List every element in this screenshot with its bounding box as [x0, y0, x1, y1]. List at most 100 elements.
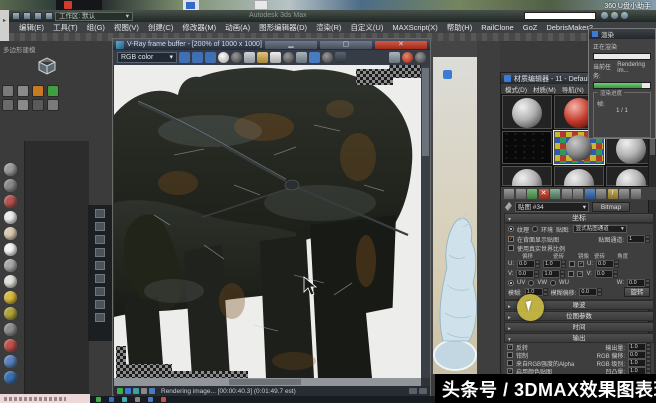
- toolbar-sphere-icon[interactable]: [4, 275, 17, 288]
- render-last-icon[interactable]: [402, 52, 413, 63]
- material-slot[interactable]: [553, 165, 605, 187]
- eyedropper-icon[interactable]: [505, 202, 512, 211]
- menu-modifiers[interactable]: 修改器(M): [182, 22, 216, 33]
- u-tile-checkbox[interactable]: [578, 260, 584, 267]
- taskbar-icon[interactable]: [109, 397, 114, 402]
- menu-rendering[interactable]: 渲染(R): [316, 22, 341, 33]
- show-end-result-icon[interactable]: [596, 188, 606, 199]
- star-icon[interactable]: [611, 12, 618, 19]
- toolbar-sphere-icon[interactable]: [4, 179, 17, 192]
- progress-titlebar[interactable]: 渲染: [589, 29, 655, 39]
- uv-radio[interactable]: [508, 280, 514, 286]
- tool-icon[interactable]: [17, 99, 29, 111]
- menu-create[interactable]: 创建(C): [148, 22, 173, 33]
- clamp-checkbox[interactable]: [507, 352, 513, 358]
- material-slot[interactable]: [501, 94, 553, 130]
- put-to-library-icon[interactable]: [561, 188, 572, 199]
- v-offset-spinner[interactable]: 0.0: [516, 270, 540, 278]
- maximize-button[interactable]: ▢: [319, 40, 372, 49]
- time-rollout-header[interactable]: ▸ 时间: [504, 322, 654, 332]
- channel-dropdown[interactable]: RGB color ▾: [117, 52, 177, 63]
- info-icon[interactable]: [322, 52, 333, 63]
- spinner-up-icon[interactable]: [409, 388, 417, 394]
- material-slot[interactable]: [501, 165, 553, 187]
- toolbar-sphere-icon[interactable]: [4, 163, 17, 176]
- status-icon[interactable]: [117, 388, 123, 394]
- toolbar-sphere-icon[interactable]: [4, 227, 17, 240]
- toolbar-sphere-icon[interactable]: [4, 243, 17, 256]
- spinner-down-icon[interactable]: [419, 388, 427, 394]
- rgb-level-spinner[interactable]: 1.0: [628, 359, 651, 367]
- menu-animation[interactable]: 动画(A): [225, 22, 250, 33]
- stamp-icon[interactable]: [335, 52, 346, 63]
- make-unique-icon[interactable]: [550, 188, 560, 199]
- status-icon[interactable]: [149, 388, 155, 394]
- menu-graph-editors[interactable]: 图形编辑器(D): [259, 22, 307, 33]
- toolbar-sphere-icon[interactable]: [4, 323, 17, 336]
- alpha-channel-icon[interactable]: [192, 52, 203, 63]
- toolbar-sphere-icon[interactable]: [4, 371, 17, 384]
- v-tiling-spinner[interactable]: 1.0: [542, 270, 566, 278]
- toolbar-sphere-icon[interactable]: [4, 355, 17, 368]
- search-field[interactable]: [524, 12, 596, 28]
- v-angle-spinner[interactable]: 0.0: [594, 270, 618, 278]
- texture-radio[interactable]: [508, 226, 514, 232]
- material-id-channel-icon[interactable]: [573, 188, 583, 199]
- minimize-button[interactable]: ▁: [264, 40, 317, 49]
- pick-material-icon[interactable]: [630, 188, 641, 199]
- menu-views[interactable]: 视图(V): [114, 22, 139, 33]
- toolbar-sphere-icon[interactable]: [4, 195, 17, 208]
- tool-icon[interactable]: [2, 85, 14, 97]
- v-mirror-checkbox[interactable]: [568, 271, 575, 277]
- alpha-from-rgb-checkbox[interactable]: [507, 360, 513, 366]
- u-tiling-spinner[interactable]: 1.0: [543, 260, 566, 268]
- coordinates-rollout-header[interactable]: ▾ 坐标: [504, 213, 654, 223]
- u-mirror-checkbox[interactable]: [569, 261, 575, 267]
- map-channel-spinner[interactable]: 1: [627, 235, 650, 243]
- tool-icon[interactable]: [95, 222, 105, 231]
- tool-icon[interactable]: [95, 261, 105, 270]
- menu-maxscript[interactable]: MAXScript(X): [392, 23, 437, 32]
- taskbar-icon[interactable]: [148, 397, 153, 402]
- menu-help[interactable]: 帮助(H): [447, 22, 472, 33]
- close-button[interactable]: ✕: [374, 40, 427, 49]
- vw-radio[interactable]: [528, 280, 535, 286]
- menu-edit[interactable]: 编辑(E): [19, 22, 44, 33]
- status-icon[interactable]: [141, 388, 147, 394]
- tool-icon[interactable]: [95, 287, 105, 296]
- environ-radio[interactable]: [532, 226, 539, 232]
- go-to-parent-icon[interactable]: !: [607, 188, 618, 199]
- new-file-icon[interactable]: [12, 12, 20, 20]
- load-image-icon[interactable]: [231, 52, 242, 63]
- status-icon[interactable]: [133, 388, 139, 394]
- duplicate-icon[interactable]: [296, 52, 307, 63]
- blur-offset-spinner[interactable]: 0.0: [579, 288, 603, 296]
- taskbar-icon[interactable]: [161, 397, 166, 402]
- menu-goz[interactable]: GoZ: [523, 23, 538, 32]
- assign-material-icon[interactable]: [527, 188, 537, 199]
- tool-icon[interactable]: [17, 85, 29, 97]
- toolbar-sphere-icon[interactable]: [4, 339, 17, 352]
- show-map-in-viewport-icon[interactable]: [584, 188, 595, 199]
- put-material-scene-icon[interactable]: [515, 188, 526, 199]
- tool-icon[interactable]: [47, 85, 59, 97]
- menu-customize[interactable]: 自定义(U): [350, 22, 383, 33]
- save-file-icon[interactable]: [34, 12, 42, 20]
- vfb-horizontal-scrollbar[interactable]: [114, 378, 421, 386]
- u-offset-spinner[interactable]: 0.0: [517, 260, 540, 268]
- clipboard-icon[interactable]: [244, 52, 255, 63]
- clear-image-icon[interactable]: [283, 52, 294, 63]
- undo-icon[interactable]: [45, 12, 53, 20]
- folder-icon[interactable]: [257, 52, 268, 63]
- tool-icon[interactable]: [95, 248, 105, 257]
- toolbar-sphere-icon[interactable]: [4, 211, 17, 224]
- tool-icon[interactable]: [95, 235, 105, 244]
- open-file-icon[interactable]: [23, 12, 31, 20]
- u-angle-spinner[interactable]: 0.0: [596, 260, 619, 268]
- toolbar-sphere-icon[interactable]: [4, 307, 17, 320]
- track-mouse-icon[interactable]: [389, 52, 400, 63]
- me-menu-navigation[interactable]: 导航(N): [562, 84, 584, 94]
- vfb-vertical-scrollbar[interactable]: [421, 65, 430, 378]
- toolbar-sphere-icon[interactable]: [4, 291, 17, 304]
- tool-icon[interactable]: [95, 209, 105, 218]
